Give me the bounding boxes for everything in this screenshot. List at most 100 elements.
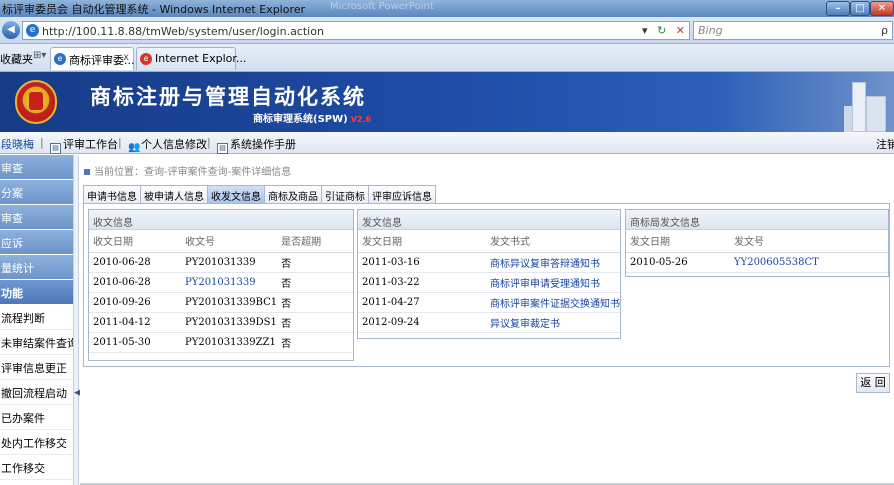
stop-icon[interactable]: ✕ — [676, 24, 685, 37]
table-row: 2011-03-22 商标评审申请受理通知书 — [358, 272, 620, 293]
sidebar-item-info-correction[interactable]: 评审信息更正 — [0, 355, 73, 380]
breadcrumb-text: 当前位置：查询-评审案件查询-案件详细信息 — [94, 167, 292, 178]
sidebar-item-work-transfer[interactable]: 工作移交 — [0, 455, 73, 480]
main-content: 当前位置：查询-评审案件查询-案件详细信息 申请书信息 被申请人信息 收发文信息 商标… — [80, 155, 894, 485]
window-title: 标评审委员会 自动化管理系统 - Windows Internet Explor… — [2, 3, 306, 16]
dropdown-arrow-icon[interactable]: ▾ — [642, 24, 648, 37]
quick-tabs-icon[interactable]: ⊞▾ — [33, 50, 46, 61]
sidebar-item-review[interactable]: 审查 — [0, 155, 73, 180]
received-documents-table: 收文日期 收文号 是否超期 2010-06-28 PY201031339 否 2… — [89, 230, 353, 353]
sent-date: 2011-03-16 — [358, 252, 486, 273]
table-row: 2010-06-28 PY201031339 否 — [89, 252, 353, 273]
sent-document-link[interactable]: 商标异议复审答辩通知书 — [486, 252, 620, 273]
sidebar-item-handled-cases[interactable]: 已办案件 — [0, 405, 73, 430]
tab-respondent-info[interactable]: 被申请人信息 — [140, 185, 208, 203]
office-number-link[interactable]: YY200605538CT — [730, 252, 888, 273]
column-header: 是否超期 — [277, 230, 353, 253]
sidebar-item-withdraw-process[interactable]: 撤回流程启动 — [0, 380, 73, 405]
app-toolbar: 段晓梅 | ▤ 评审工作台 | 👥个人信息修改 | ▤ 系统操作手册 注销 — [0, 132, 894, 154]
close-tab-icon[interactable]: x — [123, 52, 129, 63]
window-title-bar: 标评审委员会 自动化管理系统 - Windows Internet Explor… — [0, 0, 894, 17]
table-header-row: 收文日期 收文号 是否超期 — [89, 230, 353, 253]
ie-tab-icon: e — [54, 53, 66, 65]
browser-tab-internet-explorer[interactable]: e Internet Explor... — [136, 47, 246, 70]
sidebar-item-internal-transfer[interactable]: 处内工作移交 — [0, 430, 73, 455]
table-row: 2011-03-16 商标异议复审答辩通知书 — [358, 252, 620, 273]
url-text: http://100.11.8.88/tmWeb/system/user/log… — [42, 25, 324, 38]
column-header: 发文日期 — [358, 230, 486, 253]
back-button[interactable]: ◀ — [2, 21, 20, 39]
document-icon: ▤ — [217, 143, 228, 154]
url-field[interactable]: e http://100.11.8.88/tmWeb/system/user/l… — [22, 21, 690, 40]
panel-title: 商标局发文信息 — [626, 210, 888, 230]
app-banner: 商标注册与管理自动化系统 商标审理系统(SPW) V2.6 — [0, 72, 894, 132]
table-row: 2010-05-26 YY200605538CT — [626, 252, 888, 273]
column-header: 收文日期 — [89, 230, 181, 253]
current-user: 段晓梅 — [1, 138, 34, 151]
tab-marks-goods[interactable]: 商标及商品 — [264, 185, 322, 203]
tab-panel: 收文信息 收文日期 收文号 是否超期 2010-06-28 PY20103133… — [83, 203, 890, 367]
search-icon[interactable]: ρ — [881, 24, 888, 37]
sidebar-item-open-case-query[interactable]: 未审结案件查询 — [0, 330, 73, 355]
tab-litigation-info[interactable]: 评审应诉信息 — [368, 185, 436, 203]
refresh-icon[interactable]: ↻ — [657, 24, 666, 37]
toolbar-profile-label: 个人信息修改 — [141, 138, 207, 151]
table-row: 2010-09-26 PY201031339BC1 否 — [89, 292, 353, 313]
sent-document-link[interactable]: 商标评审申请受理通知书 — [486, 272, 620, 293]
sidebar-item-statistics[interactable]: 量统计 — [0, 255, 73, 280]
sent-date: 2012-09-24 — [358, 312, 486, 333]
toolbar-workbench-button[interactable]: ▤ 评审工作台 — [50, 136, 118, 154]
bullet-icon — [84, 169, 90, 175]
sidebar-item-assign[interactable]: 分案 — [0, 180, 73, 205]
office-date: 2010-05-26 — [626, 252, 730, 273]
table-header-row: 发文日期 发文号 — [626, 230, 888, 253]
tab-cited-marks[interactable]: 引证商标 — [321, 185, 369, 203]
sent-documents-panel: 发文信息 发文日期 发文书式 2011-03-16 商标异议复审答辩通知书 20… — [357, 209, 621, 339]
sidebar-item-process-judgment[interactable]: 流程判断 — [0, 305, 73, 330]
toolbar-manual-button[interactable]: ▤ 系统操作手册 — [217, 136, 296, 154]
sidebar-splitter[interactable]: ◀ — [73, 155, 81, 485]
received-date: 2011-05-30 — [89, 332, 181, 353]
received-number: PY201031339DS1 — [181, 312, 278, 333]
address-bar: ◀ e http://100.11.8.88/tmWeb/system/user… — [0, 17, 894, 44]
received-number-link[interactable]: PY201031339 — [181, 272, 278, 293]
received-number: PY201031339 — [181, 252, 278, 273]
app-title: 商标注册与管理自动化系统 — [90, 85, 366, 109]
tab-documents-info[interactable]: 收发文信息 — [207, 185, 265, 203]
sidebar-group-functions[interactable]: 功能 — [0, 280, 73, 305]
panel-title: 发文信息 — [358, 210, 620, 230]
minimize-button[interactable]: – — [826, 1, 850, 16]
column-header: 发文日期 — [626, 230, 730, 253]
return-button[interactable]: 返 回 — [856, 373, 890, 393]
column-header: 发文书式 — [486, 230, 620, 253]
users-icon: 👥 — [128, 142, 141, 153]
favorites-label[interactable]: 收藏夹 — [0, 51, 33, 67]
browser-tab-trademark[interactable]: e 商标评审委... x — [50, 47, 135, 70]
logout-button[interactable]: 注销 — [876, 136, 894, 152]
sidebar-item-review-2[interactable]: 审查 — [0, 205, 73, 230]
sent-document-link[interactable]: 商标评审案件证据交换通知书 — [486, 292, 620, 313]
table-row: 2011-04-12 PY201031339DS1 否 — [89, 312, 353, 333]
detail-tabs: 申请书信息 被申请人信息 收发文信息 商标及商品 引证商标 评审应诉信息 — [83, 185, 436, 203]
office-documents-panel: 商标局发文信息 发文日期 发文号 2010-05-26 YY200605538C… — [625, 209, 889, 277]
toolbar-profile-button[interactable]: 👥个人信息修改 — [128, 136, 207, 154]
table-row: 2011-05-30 PY201031339ZZ1 否 — [89, 332, 353, 353]
table-row: 2012-09-24 异议复审裁定书 — [358, 312, 620, 333]
overdue-flag: 否 — [277, 332, 353, 353]
search-input[interactable]: Bing ρ — [693, 21, 893, 40]
received-date: 2010-06-28 — [89, 252, 181, 273]
received-number: PY201031339BC1 — [181, 292, 278, 313]
tab-application-info[interactable]: 申请书信息 — [83, 185, 141, 203]
column-header: 收文号 — [181, 230, 278, 253]
maximize-button[interactable]: □ — [850, 1, 870, 16]
close-window-button[interactable]: ✕ — [870, 1, 894, 16]
toolbar-workbench-label: 评审工作台 — [63, 138, 118, 151]
sent-date: 2011-03-22 — [358, 272, 486, 293]
toolbar-manual-label: 系统操作手册 — [230, 138, 296, 151]
sidebar-item-litigation[interactable]: 应诉 — [0, 230, 73, 255]
overdue-flag: 否 — [277, 272, 353, 293]
ie-warning-tab-icon: e — [140, 53, 152, 65]
sent-document-link[interactable]: 异议复审裁定书 — [486, 312, 620, 333]
received-date: 2010-06-28 — [89, 272, 181, 293]
national-emblem-icon — [15, 80, 57, 124]
